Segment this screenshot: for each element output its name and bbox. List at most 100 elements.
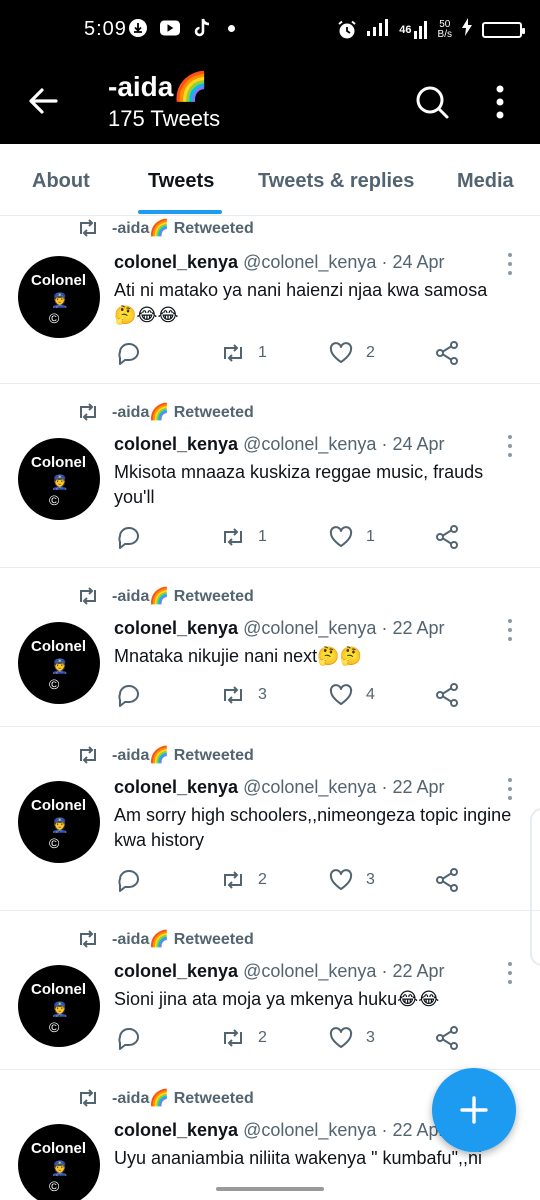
retweet-icon	[80, 1089, 96, 1107]
share-button[interactable]	[434, 1025, 460, 1051]
retweet-button[interactable]: 1	[220, 340, 267, 366]
battery-icon	[482, 21, 525, 38]
like-button[interactable]: 4	[328, 682, 375, 708]
tweet-menu-button[interactable]	[500, 777, 520, 801]
tab-about[interactable]: About	[32, 170, 90, 193]
tweet-item[interactable]: -aida🌈 Retweeted Colonel 👮 © colonel_ken…	[0, 727, 540, 911]
reply-button[interactable]	[116, 867, 142, 893]
retweet-label: Retweeted	[173, 588, 254, 605]
avatar[interactable]: Colonel 👮 ©	[18, 1124, 100, 1200]
tweet-date: · 24 Apr	[381, 252, 445, 272]
tweet-text: Uyu ananiambia niliita wakenya " kumbafu…	[114, 1148, 482, 1168]
author-handle: @colonel_kenya	[243, 434, 377, 454]
heart-icon	[329, 526, 353, 547]
retweet-icon	[80, 930, 96, 948]
retweet-context: -aida🌈 Retweeted	[76, 1086, 254, 1110]
status-system-icons: 46 50 B/s	[337, 18, 525, 41]
reply-icon	[118, 685, 139, 707]
reply-icon	[118, 870, 139, 892]
retweet-button[interactable]: 3	[220, 682, 267, 708]
more-options-button[interactable]	[488, 84, 512, 120]
avatar[interactable]: Colonel 👮 ©	[18, 622, 100, 704]
retweet-label: Retweeted	[173, 220, 254, 237]
retweeter-name: -aida🌈	[112, 747, 170, 764]
retweet-button[interactable]: 2	[220, 867, 267, 893]
back-button[interactable]	[26, 84, 60, 118]
heart-icon	[329, 684, 353, 705]
retweet-icon	[224, 1029, 242, 1047]
retweet-icon	[224, 528, 242, 546]
tab-media[interactable]: Media	[457, 170, 514, 193]
tweet-menu-button[interactable]	[500, 252, 520, 276]
avatar[interactable]: Colonel 👮 ©	[18, 781, 100, 863]
tweet-item[interactable]: -aida🌈 Retweeted Colonel 👮 © colonel_ken…	[0, 384, 540, 568]
tab-tweets-replies[interactable]: Tweets & replies	[258, 170, 414, 193]
share-icon	[436, 868, 458, 892]
share-button[interactable]	[434, 340, 460, 366]
share-icon	[436, 1026, 458, 1050]
author-name: colonel_kenya	[114, 252, 239, 272]
reply-button[interactable]	[116, 340, 142, 366]
tab-tweets[interactable]: Tweets	[148, 170, 214, 193]
retweet-label: Retweeted	[173, 747, 254, 764]
like-count: 3	[366, 1029, 375, 1046]
home-indicator[interactable]	[216, 1187, 324, 1191]
share-icon	[436, 683, 458, 707]
retweet-icon	[224, 344, 242, 362]
author-name: colonel_kenya	[114, 434, 239, 454]
tweet-item[interactable]: -aida🌈 Retweeted Colonel 👮 © colonel_ken…	[0, 568, 540, 727]
signal-bars-icon	[367, 18, 389, 41]
retweet-label: Retweeted	[173, 1090, 254, 1107]
tweet-menu-button[interactable]	[500, 961, 520, 985]
like-button[interactable]: 3	[328, 867, 375, 893]
share-button[interactable]	[434, 524, 460, 550]
tweet-author-row[interactable]: colonel_kenya @colonel_kenya · 22 Apr	[114, 618, 445, 639]
tweet-menu-button[interactable]	[500, 434, 520, 458]
tweet-item[interactable]: -aida🌈 Retweeted Colonel 👮 © colonel_ken…	[0, 911, 540, 1070]
side-panel-handle[interactable]	[530, 808, 540, 966]
status-bar: 5:09 46 50 B/s	[0, 0, 540, 62]
retweet-context: -aida🌈 Retweeted	[76, 400, 254, 424]
tweet-author-row[interactable]: colonel_kenya @colonel_kenya · 24 Apr	[114, 434, 445, 455]
charging-icon	[462, 18, 472, 41]
like-button[interactable]: 3	[328, 1025, 375, 1051]
retweet-count: 2	[258, 1029, 267, 1046]
tweet-author-row[interactable]: colonel_kenya @colonel_kenya · 22 Apr	[114, 1120, 445, 1141]
reply-icon	[118, 1028, 139, 1050]
like-count: 4	[366, 686, 375, 703]
retweet-icon	[224, 686, 242, 704]
like-button[interactable]: 1	[328, 524, 375, 550]
search-button[interactable]	[414, 84, 450, 120]
more-vertical-icon	[508, 619, 512, 641]
share-button[interactable]	[434, 682, 460, 708]
tweet-author-row[interactable]: colonel_kenya @colonel_kenya · 22 Apr	[114, 961, 445, 982]
avatar[interactable]: Colonel 👮 ©	[18, 965, 100, 1047]
tweet-author-row[interactable]: colonel_kenya @colonel_kenya · 24 Apr	[114, 252, 445, 273]
tweet-author-row[interactable]: colonel_kenya @colonel_kenya · 22 Apr	[114, 777, 445, 798]
avatar[interactable]: Colonel 👮 ©	[18, 256, 100, 338]
tweet-feed[interactable]: -aida🌈 Retweeted Colonel 👮 © colonel_ken…	[0, 216, 540, 1200]
network-type-icon: 46	[399, 20, 427, 39]
more-vertical-icon	[496, 85, 504, 119]
retweet-count: 1	[258, 528, 267, 545]
download-icon	[128, 18, 148, 38]
retweet-button[interactable]: 1	[220, 524, 267, 550]
retweet-button[interactable]: 2	[220, 1025, 267, 1051]
reply-button[interactable]	[116, 1025, 142, 1051]
reply-icon	[118, 527, 139, 549]
retweet-icon	[80, 403, 96, 421]
profile-tabs: About Tweets Tweets & replies Media	[0, 144, 540, 216]
reply-button[interactable]	[116, 682, 142, 708]
like-button[interactable]: 2	[328, 340, 375, 366]
retweeter-name: -aida🌈	[112, 220, 170, 237]
retweeter-name: -aida🌈	[112, 404, 170, 421]
tweet-actions: 3 4	[116, 682, 476, 710]
tweet-item[interactable]: -aida🌈 Retweeted Colonel 👮 © colonel_ken…	[0, 216, 540, 384]
avatar[interactable]: Colonel 👮 ©	[18, 438, 100, 520]
reply-button[interactable]	[116, 524, 142, 550]
search-icon	[416, 86, 449, 119]
share-button[interactable]	[434, 867, 460, 893]
compose-tweet-button[interactable]	[432, 1068, 516, 1152]
more-vertical-icon	[508, 253, 512, 275]
tweet-menu-button[interactable]	[500, 618, 520, 642]
